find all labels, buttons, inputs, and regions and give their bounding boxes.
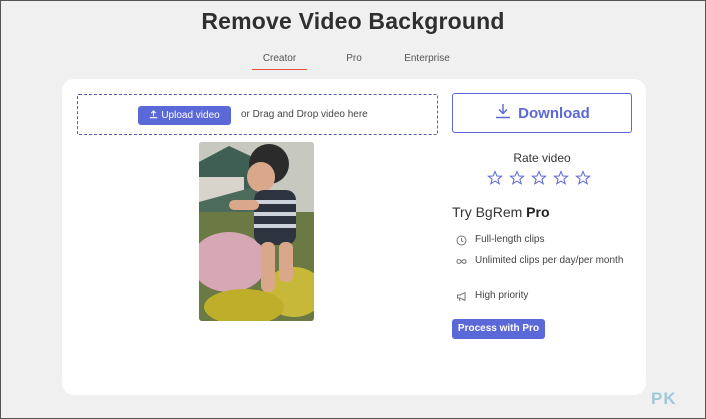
tab-creator[interactable]: Creator <box>252 52 307 70</box>
star-icon[interactable] <box>531 170 547 186</box>
download-button[interactable]: Download <box>452 93 632 133</box>
video-dropzone[interactable]: Upload video or Drag and Drop video here <box>77 94 438 135</box>
watermark-logo: PK <box>651 389 677 408</box>
megaphone-icon <box>456 289 467 303</box>
star-icon[interactable] <box>553 170 569 186</box>
feature-item: High priority <box>456 289 528 303</box>
clock-icon <box>456 233 467 247</box>
pro-offer-title: Try BgRem Pro <box>452 204 550 220</box>
upload-button-label: Upload video <box>161 110 220 121</box>
infinity-icon <box>456 254 467 268</box>
page-title: Remove Video Background <box>201 8 505 34</box>
download-label: Download <box>518 104 590 122</box>
feature-text: Full-length clips <box>475 234 545 245</box>
download-icon <box>494 103 512 123</box>
tab-enterprise[interactable]: Enterprise <box>398 52 456 70</box>
rate-video-label: Rate video <box>513 151 571 165</box>
video-preview <box>199 142 314 321</box>
drop-hint: or Drag and Drop video here <box>241 109 368 120</box>
feature-text: High priority <box>475 290 529 301</box>
tab-pro[interactable]: Pro <box>338 52 370 70</box>
upload-video-button[interactable]: Upload video <box>138 106 231 125</box>
pro-offer-title-bold: Pro <box>526 204 550 220</box>
star-icon[interactable] <box>575 170 591 186</box>
upload-icon <box>149 106 158 125</box>
pro-offer-title-prefix: Try BgRem <box>452 204 523 220</box>
star-icon[interactable] <box>509 170 525 186</box>
rating-stars <box>487 170 591 186</box>
mode-tabs: Creator Pro Enterprise <box>0 52 706 72</box>
feature-item: Full-length clips <box>456 233 544 247</box>
star-icon[interactable] <box>487 170 503 186</box>
process-with-pro-button[interactable]: Process with Pro <box>452 319 545 339</box>
feature-item: Unlimited clips per day/per month <box>456 254 626 268</box>
feature-text: Unlimited clips per day/per month <box>475 255 624 266</box>
